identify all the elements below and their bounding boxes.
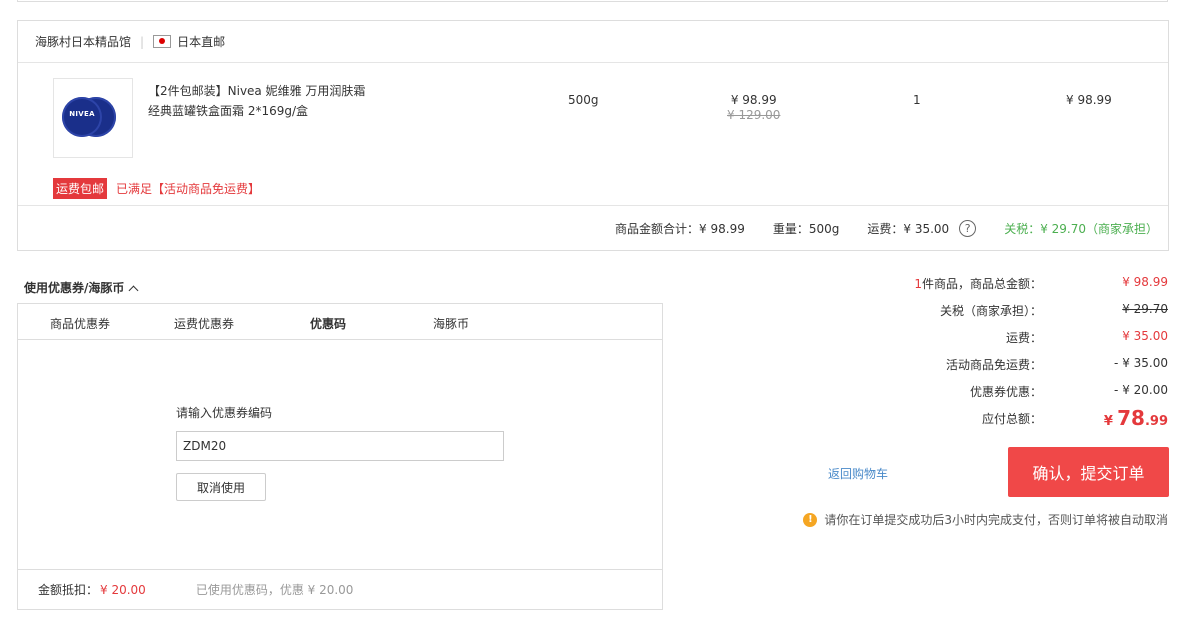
chevron-up-icon	[128, 285, 139, 296]
items-label: 件商品，商品总金额：	[921, 277, 1042, 291]
coupon-code-input[interactable]	[176, 431, 504, 461]
totals-shipping-row: 运费： ¥ 35.00	[700, 329, 1168, 356]
coupon-discount-label: 优惠券优惠：	[969, 385, 1042, 399]
items-value: ¥ 98.99	[1122, 275, 1168, 289]
totals-items-row: 1件商品，商品总金额： ¥ 98.99	[700, 275, 1168, 302]
product-price: ¥ 98.99 ¥ 129.00	[727, 93, 780, 122]
store-name[interactable]: 海豚村日本精品馆	[35, 33, 131, 50]
tax-label: 关税（商家承担）：	[939, 304, 1042, 318]
japan-flag-icon	[153, 35, 172, 48]
store-separator: |	[140, 34, 145, 49]
shipping-value: ¥ 35.00	[1122, 329, 1168, 343]
cancel-coupon-button[interactable]: 取消使用	[176, 473, 266, 501]
goods-total: 商品金额合计：¥ 98.99	[615, 221, 745, 236]
submit-order-button[interactable]: 确认，提交订单	[1008, 447, 1169, 497]
coupon-discount-value: - ¥ 20.00	[1114, 383, 1168, 397]
coupon-section-toggle[interactable]: 使用优惠券/海豚币	[24, 279, 139, 296]
original-price: ¥ 129.00	[727, 108, 781, 122]
shipping-type: 日本直邮	[177, 35, 226, 49]
tab-shipping-coupon[interactable]: 运费优惠券	[174, 315, 234, 332]
tax-info: 关税：¥ 29.70（商家承担）	[1004, 221, 1158, 236]
totals-grand-row: 应付总额： ¥ 78.99	[700, 406, 1168, 437]
tab-promo-code[interactable]: 优惠码	[310, 315, 346, 332]
tab-dolphin-coins[interactable]: 海豚币	[433, 315, 469, 332]
payment-warning: ! 请你在订单提交成功后3小时内完成支付，否则订单将被自动取消	[803, 511, 1168, 528]
product-subtotal: ¥ 98.99	[1066, 93, 1112, 107]
shipping-promo-note: 已满足【活动商品免运费】	[116, 182, 261, 196]
order-shipping: 运费：¥ 35.00	[867, 221, 950, 236]
help-icon[interactable]: ?	[959, 219, 977, 237]
order-weight: 重量：500g	[772, 221, 840, 236]
tab-product-coupon[interactable]: 商品优惠券	[50, 315, 110, 332]
warning-icon: !	[803, 512, 818, 527]
coupon-tabs: 商品优惠券 运费优惠券 优惠码 海豚币	[18, 304, 662, 340]
totals-coupon-row: 优惠券优惠： - ¥ 20.00	[700, 383, 1168, 410]
free-shipping-value: - ¥ 35.00	[1114, 356, 1168, 370]
warning-text: 请你在订单提交成功后3小时内完成支付，否则订单将被自动取消	[824, 513, 1168, 527]
previous-section-edge	[17, 0, 1168, 2]
shipping-label: 运费：	[1005, 331, 1042, 345]
coupon-panel: 商品优惠券 运费优惠券 优惠码 海豚币 请输入优惠券编码 取消使用 金额抵扣： …	[17, 303, 663, 610]
coupon-footer: 金额抵扣： ¥ 20.00 已使用优惠码，优惠 ¥ 20.00	[18, 569, 662, 609]
nivea-tin-front-icon: NIVEA	[62, 97, 102, 137]
grand-total-label: 应付总额：	[981, 412, 1042, 426]
store-header: 海豚村日本精品馆 | 日本直邮	[18, 21, 1168, 63]
product-title[interactable]: 【2件包邮装】Nivea 妮维雅 万用润肤霜 经典蓝罐铁盒面霜 2*169g/盒	[148, 81, 378, 121]
totals-panel: 1件商品，商品总金额： ¥ 98.99 关税（商家承担）： ¥ 29.70 运费…	[700, 275, 1168, 437]
totals-tax-row: 关税（商家承担）： ¥ 29.70	[700, 302, 1168, 329]
free-shipping-label: 活动商品免运费：	[945, 358, 1042, 372]
totals-free-shipping-row: 活动商品免运费： - ¥ 35.00	[700, 356, 1168, 383]
order-card: 海豚村日本精品馆 | 日本直邮 NIVEA 【2件包邮装】Nivea 妮维雅 万…	[17, 20, 1169, 251]
product-weight: 500g	[568, 93, 599, 107]
deduct-label: 金额抵扣：	[38, 583, 99, 597]
tax-value: ¥ 29.70	[1122, 302, 1168, 316]
product-quantity: 1	[913, 93, 921, 107]
product-image[interactable]: NIVEA	[53, 78, 133, 158]
items-count: 1	[914, 277, 922, 291]
product-row: NIVEA 【2件包邮装】Nivea 妮维雅 万用润肤霜 经典蓝罐铁盒面霜 2*…	[18, 63, 1168, 206]
free-shipping-badge: 运费包邮	[53, 178, 108, 199]
coupon-input-label: 请输入优惠券编码	[176, 406, 273, 420]
coupon-section-title: 使用优惠券/海豚币	[24, 281, 125, 295]
current-price: ¥ 98.99	[730, 93, 777, 107]
grand-total-value: ¥ 78.99	[1103, 406, 1168, 430]
order-summary-row: 商品金额合计：¥ 98.99 重量：500g 运费：¥ 35.00 ? 关税：¥…	[18, 206, 1168, 250]
back-to-cart-link[interactable]: 返回购物车	[828, 465, 888, 482]
coupon-used-note: 已使用优惠码，优惠 ¥ 20.00	[195, 583, 354, 597]
deduct-value: ¥ 20.00	[100, 582, 146, 597]
